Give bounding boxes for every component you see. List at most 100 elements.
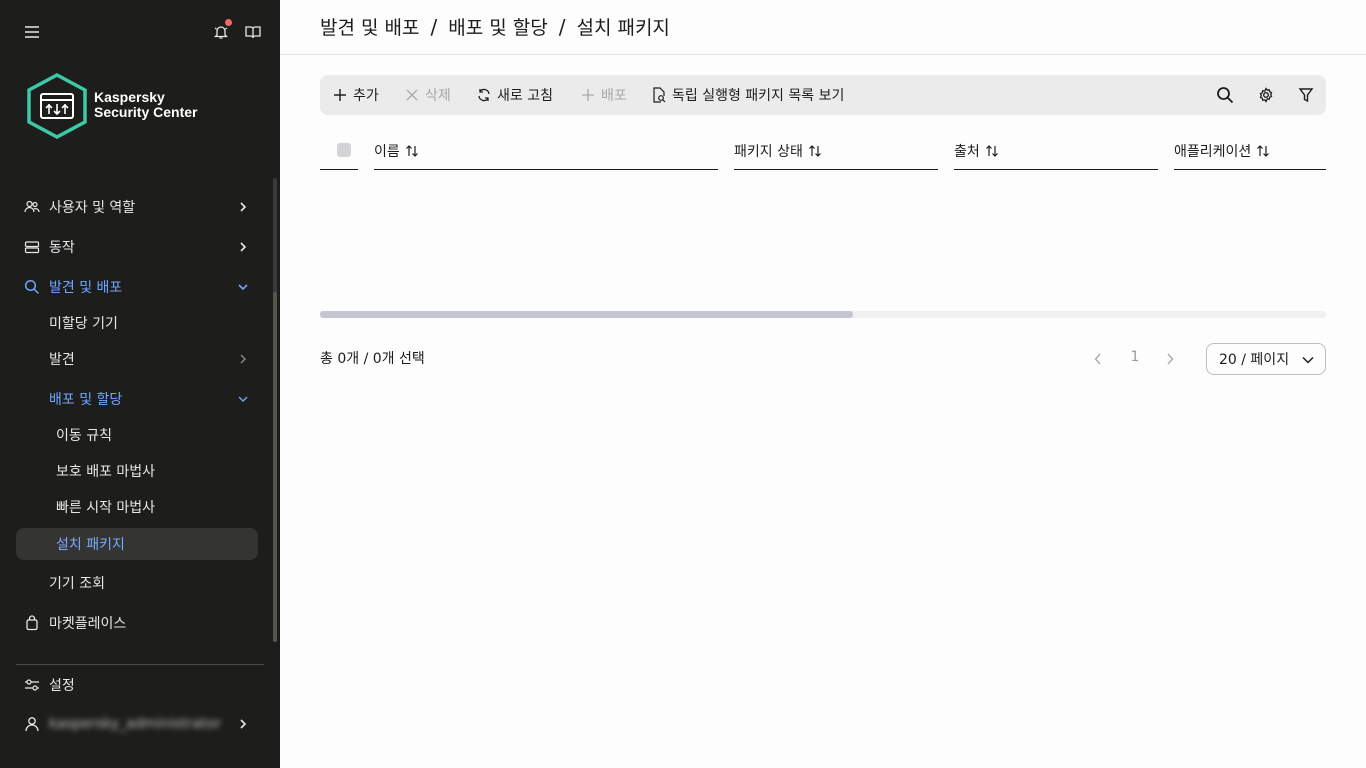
page-size-value: 20 / 페이지: [1219, 352, 1290, 368]
breadcrumb: 발견 및 배포 / 배포 및 할당 / 설치 패키지: [320, 13, 670, 40]
column-header-source[interactable]: 출처: [954, 132, 1158, 170]
chevron-down-icon: [236, 392, 250, 406]
sidebar-item-label: 배포 및 할당: [49, 392, 123, 408]
sidebar-item-device-selections[interactable]: 기기 조회: [16, 567, 258, 599]
page-size-select[interactable]: 20 / 페이지: [1206, 343, 1326, 375]
add-button[interactable]: 추가: [332, 75, 379, 115]
sidebar-divider: [16, 664, 264, 665]
sidebar-item-users-roles[interactable]: 사용자 및 역할: [16, 191, 258, 223]
page-header: 발견 및 배포 / 배포 및 할당 / 설치 패키지: [280, 0, 1366, 55]
add-button-label: 추가: [353, 88, 379, 104]
pagination-prev-icon[interactable]: [1088, 350, 1108, 368]
users-icon: [24, 199, 40, 215]
plus-icon: [580, 87, 596, 103]
column-header-label: 이름: [374, 143, 400, 160]
select-all-column: [320, 132, 358, 170]
column-header-package-status[interactable]: 패키지 상태: [734, 132, 938, 170]
sidebar-item-discovery[interactable]: 발견: [16, 343, 258, 375]
bag-icon: [24, 615, 40, 631]
sidebar-item-label: 발견 및 배포: [49, 280, 123, 296]
document-search-icon: [651, 87, 667, 103]
sort-icon[interactable]: [405, 144, 419, 158]
chevron-down-icon: [1301, 353, 1315, 367]
refresh-button[interactable]: 새로 고침: [476, 75, 553, 115]
notification-dot: [225, 19, 232, 26]
column-header-label: 애플리케이션: [1174, 143, 1252, 160]
hamburger-menu-icon[interactable]: [20, 20, 44, 44]
sidebar-item-operations[interactable]: 동작: [16, 231, 258, 263]
main-content: 발견 및 배포 / 배포 및 할당 / 설치 패키지 추가 삭제 새로 고침 배…: [280, 0, 1366, 768]
toolbar: 추가 삭제 새로 고침 배포 독립 실행형 패키지 목록 보기: [320, 75, 1326, 115]
sidebar: Kaspersky Security Center 사용자 및 역할 동작 발견…: [0, 0, 280, 768]
notifications-bell-icon[interactable]: [209, 19, 233, 44]
table-horizontal-scrollbar-thumb[interactable]: [320, 311, 853, 318]
sidebar-item-label: 발견: [49, 352, 75, 368]
deploy-button-label: 배포: [601, 88, 627, 104]
sidebar-item-settings[interactable]: 설정: [16, 669, 258, 701]
sidebar-item-label: 동작: [49, 240, 75, 256]
sidebar-item-label: 설치 패키지: [56, 537, 125, 553]
pagination-current-page[interactable]: 1: [1128, 349, 1142, 365]
standalone-packages-label: 독립 실행형 패키지 목록 보기: [672, 88, 845, 104]
server-icon: [24, 239, 40, 255]
column-header-label: 패키지 상태: [734, 143, 803, 160]
sidebar-item-installation-packages[interactable]: 설치 패키지: [16, 528, 258, 560]
plus-icon: [332, 87, 348, 103]
breadcrumb-item-discovery-deployment[interactable]: 발견 및 배포: [320, 13, 419, 40]
breadcrumb-item-installation-packages: 설치 패키지: [576, 17, 670, 39]
sidebar-item-discovery-deployment[interactable]: 발견 및 배포: [16, 271, 258, 303]
sidebar-top-icons: [0, 18, 280, 46]
user-name: kaspersky_administrator: [49, 716, 221, 732]
sidebar-item-protection-wizard[interactable]: 보호 배포 마법사: [16, 455, 258, 487]
pagination-next-icon[interactable]: [1160, 350, 1180, 368]
column-header-name[interactable]: 이름: [374, 132, 718, 170]
sidebar-item-unassigned-devices[interactable]: 미할당 기기: [16, 307, 258, 339]
table-header: 이름 패키지 상태 출처 애플리케이션: [320, 132, 1326, 170]
select-all-checkbox[interactable]: [337, 143, 351, 157]
kaspersky-logo[interactable]: Kaspersky Security Center: [25, 72, 265, 140]
sliders-icon: [24, 677, 40, 693]
sidebar-item-user-account[interactable]: kaspersky_administrator: [16, 708, 258, 740]
deploy-button[interactable]: 배포: [580, 75, 627, 115]
kaspersky-logo-icon: [27, 73, 87, 139]
user-icon: [24, 716, 40, 732]
delete-button[interactable]: 삭제: [404, 75, 451, 115]
selection-total-text: 총 0개 / 0개 선택: [320, 351, 425, 367]
sidebar-item-deployment-assignment[interactable]: 배포 및 할당: [16, 383, 258, 415]
sort-icon[interactable]: [985, 144, 999, 158]
sidebar-item-label: 기기 조회: [49, 576, 105, 592]
sidebar-item-label: 빠른 시작 마법사: [56, 500, 156, 516]
chevron-down-icon: [236, 280, 250, 294]
documentation-book-icon[interactable]: [241, 20, 265, 44]
search-icon: [24, 279, 40, 295]
logo-line2: Security Center: [94, 104, 198, 120]
chevron-right-icon: [236, 240, 250, 254]
sidebar-item-label: 사용자 및 역할: [49, 200, 136, 216]
sidebar-item-label: 이동 규칙: [56, 428, 112, 444]
column-header-label: 출처: [954, 143, 980, 160]
sidebar-item-moving-rules[interactable]: 이동 규칙: [16, 419, 258, 451]
breadcrumb-separator: /: [558, 14, 566, 39]
sidebar-item-label: 마켓플레이스: [49, 616, 127, 632]
sort-icon[interactable]: [1256, 144, 1270, 158]
delete-button-label: 삭제: [425, 88, 451, 104]
sidebar-item-quick-start-wizard[interactable]: 빠른 시작 마법사: [16, 491, 258, 523]
breadcrumb-separator: /: [430, 14, 438, 39]
sidebar-item-marketplace[interactable]: 마켓플레이스: [16, 607, 258, 639]
gear-icon[interactable]: [1256, 85, 1276, 105]
filter-icon[interactable]: [1296, 85, 1316, 105]
standalone-packages-button[interactable]: 독립 실행형 패키지 목록 보기: [651, 75, 844, 115]
column-header-application[interactable]: 애플리케이션: [1174, 132, 1326, 170]
logo-text: Kaspersky Security Center: [94, 90, 197, 120]
search-icon[interactable]: [1215, 85, 1235, 105]
sort-icon[interactable]: [808, 144, 822, 158]
logo-line1: Kaspersky: [94, 89, 165, 105]
sidebar-item-label: 미할당 기기: [49, 316, 118, 332]
sidebar-scrollbar-thumb[interactable]: [273, 292, 277, 642]
sidebar-item-label: 설정: [49, 678, 75, 694]
refresh-button-label: 새로 고침: [497, 88, 553, 104]
refresh-icon: [476, 87, 492, 103]
sidebar-item-label: 보호 배포 마법사: [56, 464, 156, 480]
breadcrumb-item-deployment-assignment[interactable]: 배포 및 할당: [448, 13, 547, 40]
close-icon: [404, 87, 420, 103]
